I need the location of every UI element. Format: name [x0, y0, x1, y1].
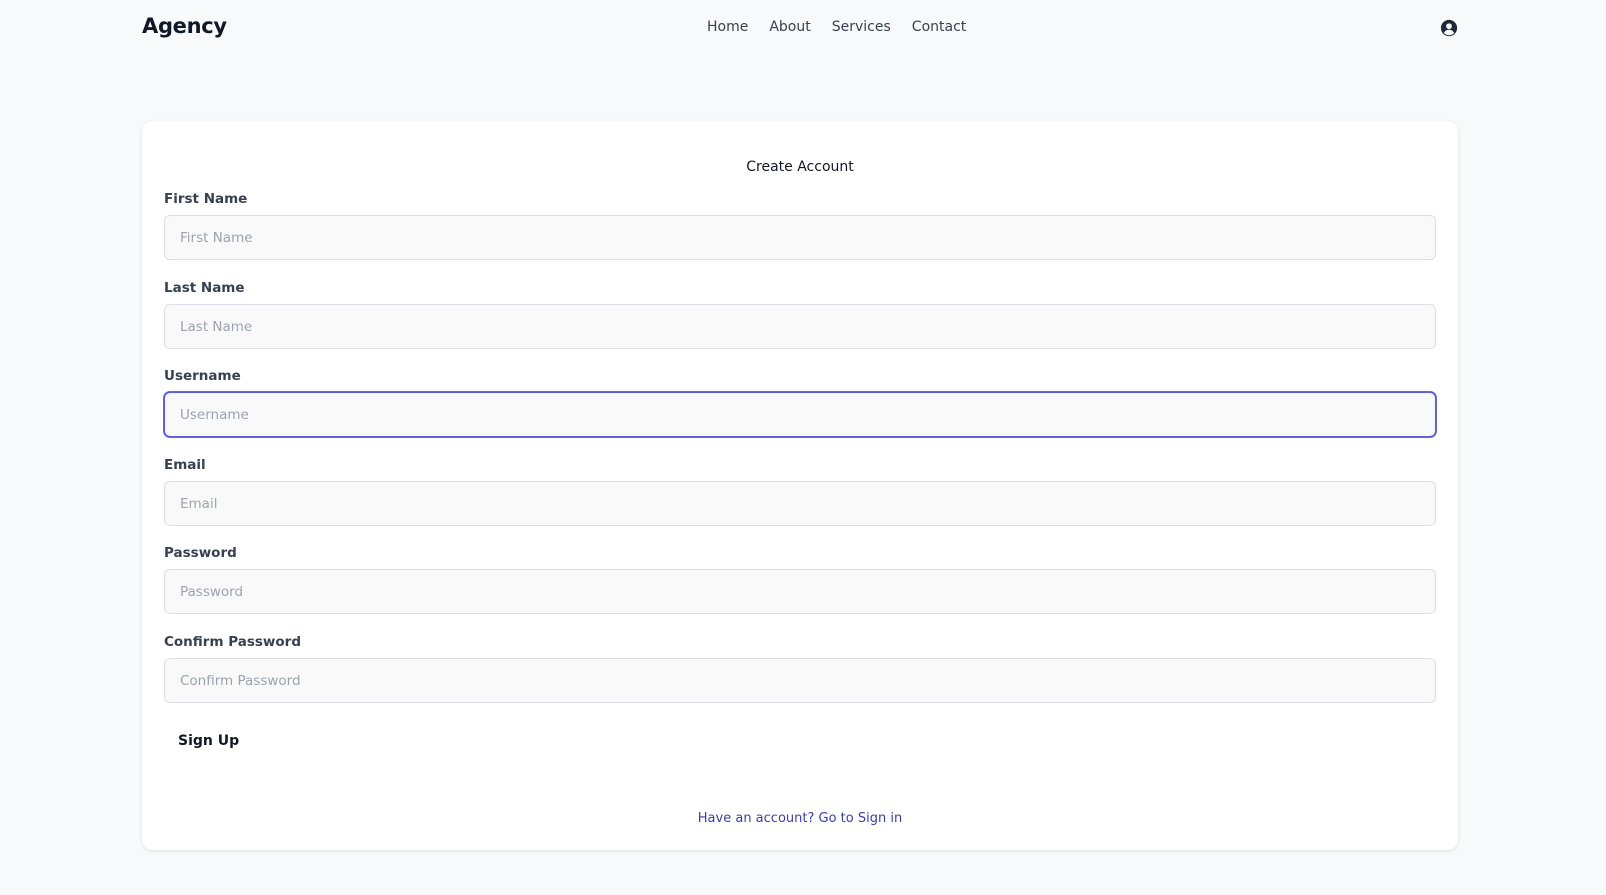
sign-in-link[interactable]: Have an account? Go to Sign in — [142, 811, 1458, 826]
username-label: Username — [164, 368, 241, 384]
first-name-input[interactable] — [164, 215, 1436, 260]
brand-logo[interactable]: Agency — [142, 14, 227, 38]
navbar: Agency Home About Services Contact — [0, 0, 1606, 58]
signup-card: Create Account First Name Last Name User… — [142, 121, 1458, 850]
user-circle-icon[interactable] — [1440, 19, 1458, 37]
confirm-password-label: Confirm Password — [164, 634, 302, 650]
sign-up-button[interactable]: Sign Up — [164, 723, 253, 759]
confirm-password-input[interactable] — [164, 658, 1436, 703]
nav-link-contact[interactable]: Contact — [912, 19, 966, 35]
nav-link-home[interactable]: Home — [707, 19, 748, 35]
password-input[interactable] — [164, 569, 1436, 614]
username-input[interactable] — [164, 392, 1436, 437]
form-title: Create Account — [746, 159, 854, 175]
first-name-label: First Name — [164, 191, 248, 207]
email-input[interactable] — [164, 481, 1436, 526]
password-label: Password — [164, 545, 237, 561]
last-name-label: Last Name — [164, 280, 245, 296]
last-name-input[interactable] — [164, 304, 1436, 349]
nav-links: Home About Services Contact — [707, 19, 987, 35]
nav-link-services[interactable]: Services — [832, 19, 891, 35]
email-label: Email — [164, 457, 206, 473]
nav-link-about[interactable]: About — [769, 19, 810, 35]
